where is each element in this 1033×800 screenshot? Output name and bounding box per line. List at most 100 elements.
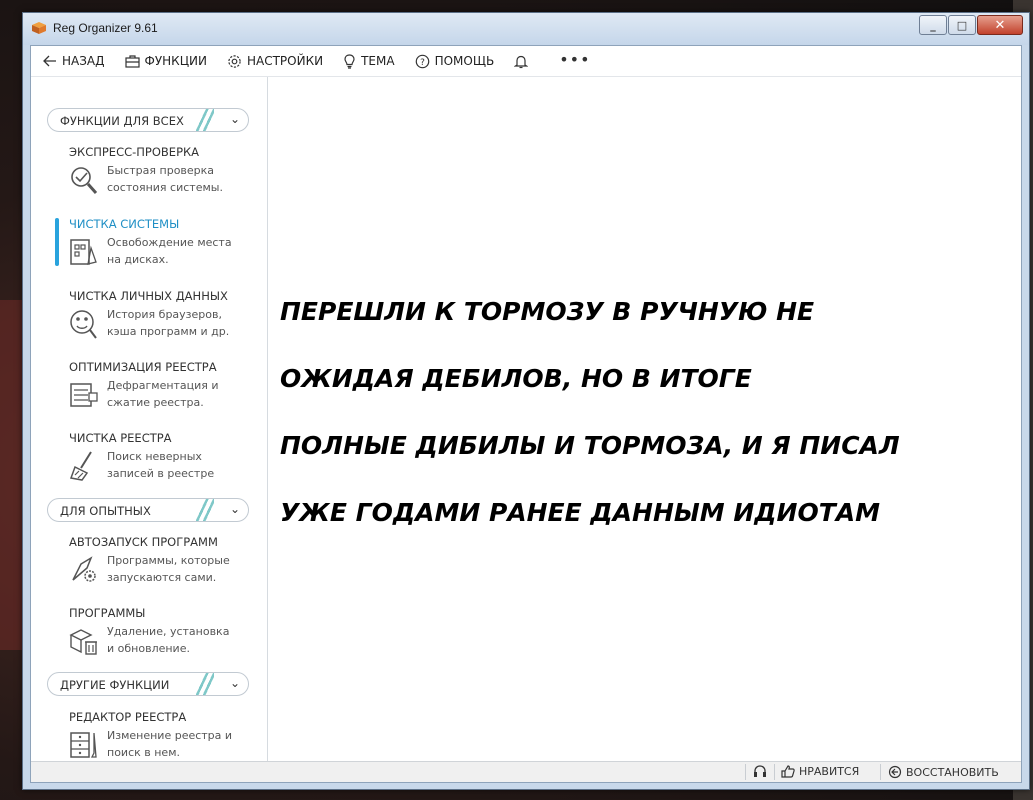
item-title: ЭКСПРЕСС-ПРОВЕРКА [69,145,200,159]
browser-history-icon [70,310,97,339]
item-title: ОПТИМИЗАЦИЯ РЕЕСТРА [69,360,217,374]
maximize-icon: □ [956,18,968,32]
toolbar: НАЗАД ФУНКЦИИ НАСТРОЙКИ ТЕМА ? ПОМОЩЬ ••… [31,46,1021,77]
sidebar-item-system-cleanup[interactable]: ЧИСТКА СИСТЕМЫ Освобождение места на дис… [69,217,259,268]
app-logo-icon [32,22,46,34]
app-window: Reg Organizer 9.61 _ □ ✕ НАЗАД ФУНКЦИИ Н… [22,12,1030,790]
section-label: ФУНКЦИИ ДЛЯ ВСЕХ [60,114,184,128]
maximize-button[interactable]: □ [948,15,976,35]
item-desc-line2: состояния системы. [107,181,223,194]
sidebar-item-autorun[interactable]: АВТОЗАПУСК ПРОГРАММ Программы, которые з… [69,535,259,586]
section-label: ДЛЯ ОПЫТНЫХ [60,504,151,518]
message-line-3: ПОЛНЫЕ ДИБИЛЫ И ТОРМОЗА, И Я ПИСАЛ [280,430,900,460]
restore-label: ВОССТАНОВИТЬ [906,765,999,779]
functions-label: ФУНКЦИИ [144,54,207,68]
headset-icon [754,765,766,777]
section-header-for-all[interactable]: ФУНКЦИИ ДЛЯ ВСЕХ ⌄ [47,108,249,132]
active-indicator [55,218,59,266]
client-area: НАЗАД ФУНКЦИИ НАСТРОЙКИ ТЕМА ? ПОМОЩЬ ••… [30,45,1022,783]
sidebar: ФУНКЦИИ ДЛЯ ВСЕХ ⌄ ЭКСПРЕСС-ПРОВЕРКА Быс… [31,77,268,762]
restore-button[interactable]: ВОССТАНОВИТЬ [888,765,999,779]
functions-button[interactable]: ФУНКЦИИ [124,54,207,68]
item-desc-line1: Освобождение места [107,236,232,249]
gear-icon [228,54,241,68]
settings-label: НАСТРОЙКИ [246,54,324,68]
restore-icon [888,765,902,779]
item-title: ЧИСТКА ЛИЧНЫХ ДАННЫХ [69,289,228,303]
item-desc-line1: Поиск неверных [107,450,202,463]
sidebar-item-registry-optimization[interactable]: ОПТИМИЗАЦИЯ РЕЕСТРА Дефрагментация и сжа… [69,360,259,411]
notifications-button[interactable] [514,54,533,69]
lightbulb-icon [344,53,355,69]
help-icon: ? [415,54,429,68]
sidebar-item-express-check[interactable]: ЭКСПРЕСС-ПРОВЕРКА Быстрая проверка состо… [69,145,259,196]
item-title: ПРОГРАММЫ [69,606,146,620]
item-title: ЧИСТКА РЕЕСТРА [69,431,172,445]
like-button[interactable]: НРАВИТСЯ [781,765,859,778]
sidebar-item-registry-editor[interactable]: РЕДАКТОР РЕЕСТРА Изменение реестра и пои… [69,710,259,761]
item-desc-line1: Быстрая проверка [107,164,215,177]
magnifier-check-icon [71,167,98,194]
chevron-down-icon: ⌄ [229,112,240,126]
svg-text:?: ? [420,58,425,68]
item-desc-line1: Изменение реестра и [107,729,233,742]
like-label: НРАВИТСЯ [799,765,860,778]
main-content: ПЕРЕШЛИ К ТОРМОЗУ В РУЧНУЮ НЕ ОЖИДАЯ ДЕБ… [268,77,1021,762]
back-label: НАЗАД [62,54,105,68]
message-line-2: ОЖИДАЯ ДЕБИЛОВ, НО В ИТОГЕ [280,363,752,393]
settings-button[interactable]: НАСТРОЙКИ [227,54,323,69]
message-text: ПЕРЕШЛИ К ТОРМОЗУ В РУЧНУЮ НЕ ОЖИДАЯ ДЕБ… [280,261,980,563]
chevron-down-icon: ⌄ [229,676,240,690]
status-separator [745,764,746,780]
minimize-button[interactable]: _ [919,15,947,35]
box-trash-icon [69,629,97,655]
arrow-left-icon [43,55,56,67]
window-title: Reg Organizer 9.61 [53,21,158,35]
stripes-decoration [196,673,214,695]
item-desc-line2: запускаются сами. [107,571,217,584]
status-bar: НРАВИТСЯ ВОССТАНОВИТЬ [31,761,1021,782]
status-separator [880,764,881,780]
sidebar-item-registry-cleanup[interactable]: ЧИСТКА РЕЕСТРА Поиск неверных записей в … [69,431,259,482]
status-separator [774,764,775,780]
more-menu-button[interactable]: ••• [559,50,590,69]
item-title: АВТОЗАПУСК ПРОГРАММ [69,535,218,549]
toolbox-icon [124,54,140,68]
disk-broom-icon [70,239,97,265]
section-label: ДРУГИЕ ФУНКЦИИ [60,678,170,692]
sidebar-item-programs[interactable]: ПРОГРАММЫ Удаление, установка и обновлен… [69,606,259,657]
item-title: РЕДАКТОР РЕЕСТРА [69,710,187,724]
stripes-decoration [196,109,214,131]
message-line-1: ПЕРЕШЛИ К ТОРМОЗУ В РУЧНУЮ НЕ [280,296,815,326]
title-bar[interactable]: Reg Organizer 9.61 _ □ ✕ [23,13,1029,45]
item-desc-line1: Программы, которые [107,554,230,567]
theme-label: ТЕМА [361,54,395,68]
support-button[interactable] [753,765,767,778]
section-header-other-functions[interactable]: ДРУГИЕ ФУНКЦИИ ⌄ [47,672,249,696]
item-desc-line2: кэша программ и др. [107,325,230,338]
stripes-decoration [196,499,214,521]
registry-defrag-icon [70,383,98,407]
item-desc-line1: Удаление, установка [107,625,230,638]
item-title: ЧИСТКА СИСТЕМЫ [69,217,180,231]
help-label: ПОМОЩЬ [434,54,495,68]
item-desc-line2: записей в реестре [107,467,215,480]
minimize-icon: _ [930,18,936,32]
item-desc-line2: сжатие реестра. [107,396,204,409]
item-desc-line2: на дисках. [107,253,169,266]
broom-icon [69,451,92,481]
item-desc-line2: и обновление. [107,642,190,655]
sidebar-item-personal-data-cleanup[interactable]: ЧИСТКА ЛИЧНЫХ ДАННЫХ История браузеров, … [69,289,259,340]
registry-editor-icon [70,732,97,758]
section-header-for-advanced[interactable]: ДЛЯ ОПЫТНЫХ ⌄ [47,498,249,522]
bell-icon [514,55,529,68]
item-desc-line1: История браузеров, [107,308,222,321]
back-button[interactable]: НАЗАД [43,54,105,68]
close-icon: ✕ [994,17,1006,33]
item-desc-line2: поиск в нем. [107,746,180,759]
chevron-down-icon: ⌄ [229,502,240,516]
theme-button[interactable]: ТЕМА [343,53,395,69]
help-button[interactable]: ? ПОМОЩЬ [415,54,495,69]
rocket-gear-icon [72,556,96,582]
close-button[interactable]: ✕ [977,15,1023,35]
